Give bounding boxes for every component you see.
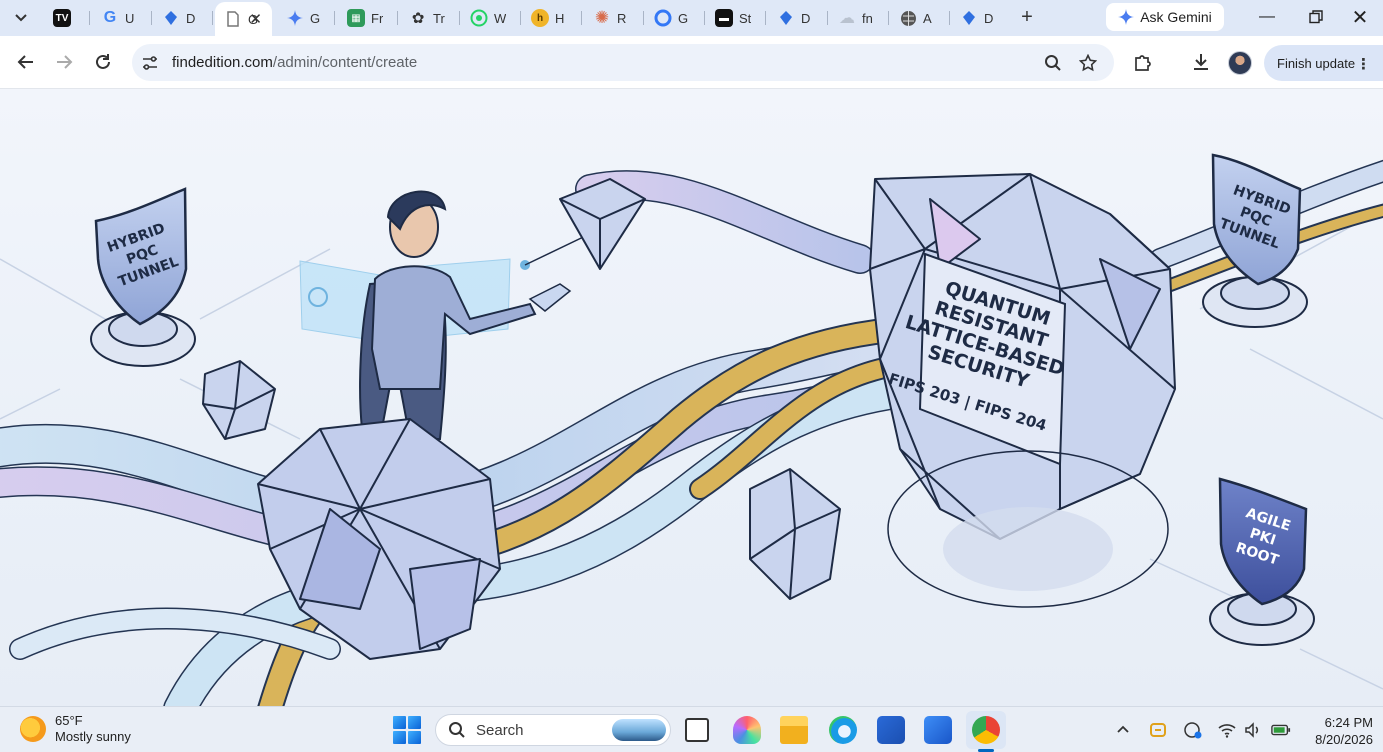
forward-button[interactable] <box>51 49 77 75</box>
sync-icon[interactable] <box>1148 720 1168 740</box>
puzzle-icon <box>1135 55 1151 71</box>
chevron-up-icon[interactable] <box>1113 720 1133 740</box>
tab-0[interactable]: TV <box>44 3 90 33</box>
sheet-icon: ▦ <box>347 9 365 27</box>
page-content: QUANTUM RESISTANT LATTICE-BASED SECURITY… <box>0 89 1383 706</box>
doc-icon <box>224 10 242 28</box>
close-icon[interactable]: ✕ <box>249 10 262 28</box>
gemini-icon <box>1118 9 1135 25</box>
weather-condition: Mostly sunny <box>55 729 131 744</box>
weather-temp: 65°F <box>55 713 83 728</box>
search-icon <box>449 722 465 738</box>
more-vert-icon[interactable]: ⋮ <box>1356 55 1371 73</box>
sun-icon <box>20 716 46 742</box>
plus-icon: + <box>1021 5 1033 28</box>
monitor-icon: ▬ <box>715 9 733 27</box>
reload-button[interactable] <box>90 49 116 75</box>
reload-icon <box>96 54 110 69</box>
whatsapp-icon <box>470 9 488 27</box>
windows-logo-icon <box>393 716 406 729</box>
browser-toolbar: findedition.com/admin/content/create Fin… <box>0 36 1383 89</box>
clock-time: 6:24 PM <box>1324 715 1373 730</box>
data-ribbons <box>0 159 1383 706</box>
start-button[interactable] <box>393 716 421 744</box>
taskbar: 65°F Mostly sunny Search 6:24 PM 8/20/20… <box>0 706 1383 752</box>
volume-icon[interactable] <box>1243 720 1263 740</box>
minimize-icon: — <box>1259 8 1275 25</box>
store-icon[interactable] <box>877 716 905 744</box>
tab-search-button[interactable] <box>8 5 34 29</box>
system-clock[interactable]: 6:24 PM 8/20/2026 <box>1305 714 1373 748</box>
search-highlight-image <box>612 719 666 741</box>
shield-hybrid-pqc-left: HYBRID PQC TUNNEL <box>90 187 196 367</box>
edge-icon[interactable] <box>829 716 857 744</box>
outlook-icon[interactable] <box>924 716 952 744</box>
tab-1[interactable]: GU <box>92 3 152 33</box>
tab-12[interactable]: D <box>768 3 828 33</box>
cloud-icon: ☁ <box>839 10 855 27</box>
file-explorer-icon[interactable] <box>780 716 808 744</box>
tab-3-active[interactable]: G ✕ <box>215 2 272 36</box>
vpn-globe-icon[interactable] <box>1183 720 1203 740</box>
gemini-icon <box>286 9 304 27</box>
tab-9[interactable]: ✺ R <box>584 3 644 33</box>
zoom-icon[interactable] <box>1043 53 1063 73</box>
tv-icon: TV <box>53 9 71 27</box>
wifi-icon[interactable] <box>1217 720 1237 740</box>
taskbar-search[interactable]: Search <box>435 714 671 746</box>
clock-date: 8/20/2026 <box>1315 732 1373 747</box>
diamond-icon <box>960 9 978 27</box>
site-settings-icon[interactable] <box>140 53 160 73</box>
tab-5[interactable]: ▦ Fr <box>338 3 398 33</box>
bookmark-star-icon[interactable] <box>1078 53 1098 73</box>
url-text[interactable]: findedition.com/admin/content/create <box>172 54 417 71</box>
tab-8[interactable]: hH <box>522 3 582 33</box>
extensions-button[interactable] <box>1131 50 1155 74</box>
task-view-icon[interactable] <box>685 718 709 742</box>
arrow-left-icon <box>17 55 33 69</box>
globe-icon <box>899 9 917 27</box>
close-window-button[interactable]: ✕ <box>1337 2 1383 32</box>
restore-icon <box>1309 10 1323 24</box>
openai-icon: ✿ <box>411 10 425 27</box>
weather-widget[interactable]: 65°F Mostly sunny <box>20 713 131 745</box>
google-icon: G <box>103 9 117 26</box>
chrome-icon[interactable] <box>972 716 1000 744</box>
back-button[interactable] <box>13 49 39 75</box>
tab-6[interactable]: ✿ Tr <box>400 3 460 33</box>
shield-hybrid-pqc-right: HYBRID PQC TUNNEL <box>1202 153 1308 328</box>
diamond-icon <box>777 9 795 27</box>
honey-icon: h <box>531 9 549 27</box>
tab-strip: TV GU D G ✕ G ▦ Fr ✿ Tr W hH ✺ R G ▬ St D ☁ f… <box>0 0 1383 36</box>
downloads-button[interactable] <box>1189 50 1213 74</box>
tab-15[interactable]: D <box>951 3 1011 33</box>
tab-7[interactable]: W <box>461 3 521 33</box>
battery-icon[interactable] <box>1271 720 1291 740</box>
ask-gemini-button[interactable]: Ask Gemini <box>1106 3 1224 31</box>
tab-2[interactable]: D <box>153 3 213 33</box>
finish-update-button[interactable]: Finish update ⋮ <box>1264 45 1383 81</box>
restore-button[interactable] <box>1293 2 1339 32</box>
diamond-icon <box>162 9 180 27</box>
download-icon <box>1194 54 1208 70</box>
avatar[interactable] <box>1228 51 1252 75</box>
minimize-button[interactable]: — <box>1244 2 1290 32</box>
copilot-icon[interactable] <box>733 716 761 744</box>
address-bar[interactable]: findedition.com/admin/content/create <box>132 44 1114 81</box>
chevron-down-icon <box>15 14 27 22</box>
c-icon <box>654 9 672 27</box>
tab-14[interactable]: A <box>890 3 950 33</box>
new-tab-button[interactable]: + <box>1015 5 1039 29</box>
tab-4[interactable]: G <box>277 3 335 33</box>
shield-agile-pki-root: AGILE PKI ROOT <box>1209 477 1315 646</box>
claude-icon: ✺ <box>594 8 610 27</box>
tab-10[interactable]: G <box>645 3 705 33</box>
close-icon: ✕ <box>1351 6 1369 29</box>
tab-13[interactable]: ☁ fn <box>829 3 889 33</box>
tab-11[interactable]: ▬ St <box>706 3 766 33</box>
pqc-illustration: QUANTUM RESISTANT LATTICE-BASED SECURITY… <box>0 153 1383 706</box>
arrow-right-icon <box>57 55 73 69</box>
